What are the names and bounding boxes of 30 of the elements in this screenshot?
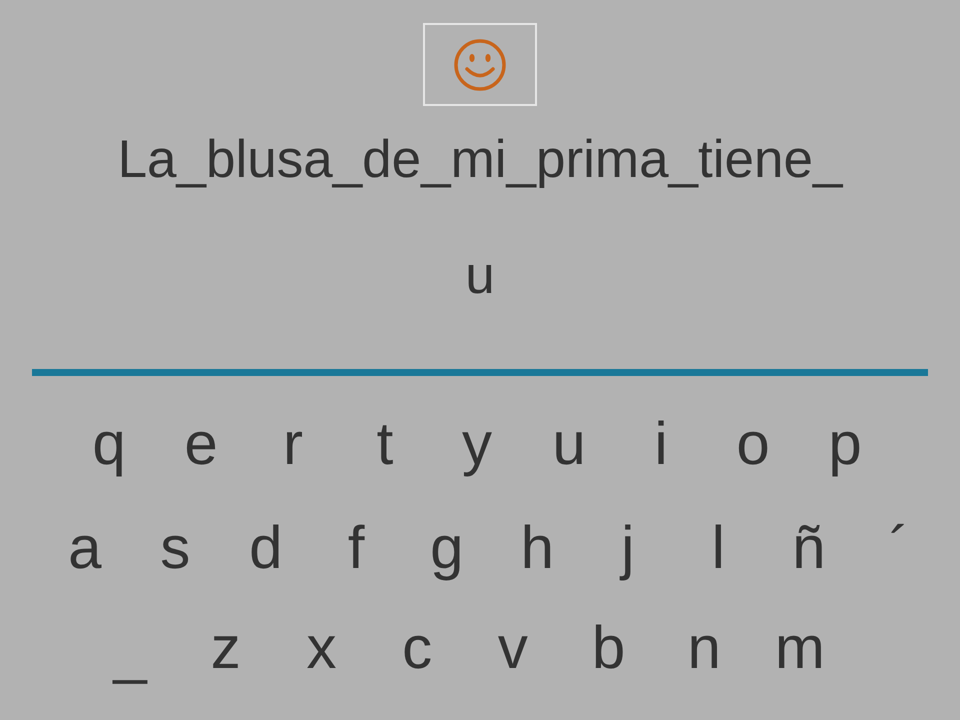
letter-key[interactable]: m bbox=[770, 610, 830, 686]
letter-key[interactable]: t bbox=[355, 406, 415, 482]
letter-key[interactable]: j bbox=[598, 510, 658, 586]
letter-key[interactable]: q bbox=[79, 406, 139, 482]
letter-key[interactable]: h bbox=[507, 510, 568, 586]
letter-key[interactable]: b bbox=[578, 610, 639, 686]
letter-key[interactable]: _ bbox=[100, 610, 160, 686]
letter-key[interactable]: l bbox=[688, 510, 748, 586]
letter-key[interactable]: u bbox=[539, 406, 599, 482]
letter-key[interactable]: r bbox=[263, 406, 323, 482]
letter-key[interactable]: ñ bbox=[778, 510, 839, 586]
letter-key[interactable]: a bbox=[54, 510, 115, 586]
letter-key[interactable]: i bbox=[631, 406, 691, 482]
sentence-text: La_blusa_de_mi_prima_tiene_ bbox=[118, 129, 842, 191]
letter-key[interactable]: y bbox=[447, 406, 507, 482]
letter-key[interactable]: o bbox=[723, 406, 783, 482]
letter-key[interactable]: x bbox=[291, 610, 352, 686]
letter-key[interactable]: g bbox=[416, 510, 477, 586]
letter-key[interactable]: c bbox=[387, 610, 448, 686]
smiley-icon bbox=[453, 38, 507, 92]
letter-key[interactable]: s bbox=[145, 510, 206, 586]
letter-key[interactable]: z bbox=[196, 610, 256, 686]
answer-text: u bbox=[465, 245, 495, 307]
letter-key[interactable]: e bbox=[171, 406, 231, 482]
letter-key[interactable]: d bbox=[236, 510, 296, 586]
letter-key[interactable]: f bbox=[326, 510, 386, 586]
letter-key[interactable]: ´ bbox=[869, 510, 930, 586]
letter-key[interactable]: p bbox=[815, 406, 875, 482]
letter-key[interactable]: v bbox=[482, 610, 543, 686]
letter-key[interactable]: n bbox=[674, 610, 734, 686]
